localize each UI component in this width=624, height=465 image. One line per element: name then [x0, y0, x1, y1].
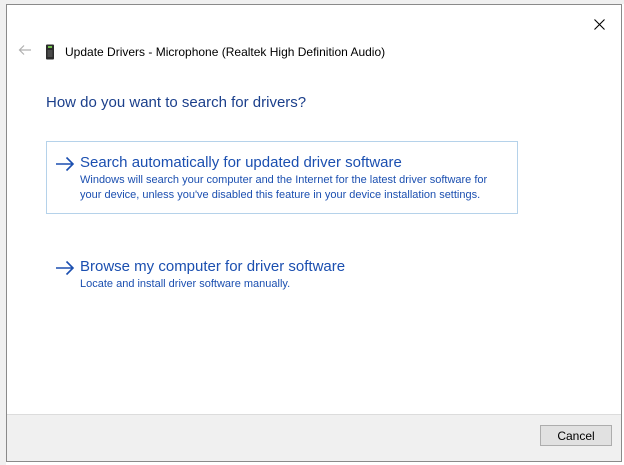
cancel-button[interactable]: Cancel	[540, 425, 612, 446]
dialog-title: Update Drivers - Microphone (Realtek Hig…	[65, 45, 386, 59]
option-title: Search automatically for updated driver …	[80, 154, 402, 171]
close-button[interactable]	[585, 11, 613, 33]
microphone-device-icon	[46, 44, 54, 60]
back-arrow-icon	[18, 44, 31, 55]
search-automatically-option[interactable]: Search automatically for updated driver …	[46, 141, 518, 214]
arrow-right-icon	[56, 260, 75, 276]
update-drivers-dialog: Update Drivers - Microphone (Realtek Hig…	[6, 4, 622, 462]
screen: Update Drivers - Microphone (Realtek Hig…	[0, 0, 624, 465]
dialog-footer: Cancel	[7, 414, 621, 461]
browse-computer-option[interactable]: Browse my computer for driver software L…	[46, 245, 518, 303]
option-body: Search automatically for updated driver …	[80, 153, 507, 203]
dialog-title-bar: Update Drivers - Microphone (Realtek Hig…	[45, 43, 385, 61]
option-body: Browse my computer for driver software L…	[80, 257, 507, 292]
back-button[interactable]	[15, 43, 35, 59]
arrow-right-icon	[56, 156, 75, 172]
page-heading: How do you want to search for drivers?	[46, 94, 307, 111]
option-description: Locate and install driver software manua…	[80, 278, 291, 290]
close-icon	[593, 19, 605, 30]
option-description: Windows will search your computer and th…	[80, 174, 488, 201]
option-title: Browse my computer for driver software	[80, 258, 346, 275]
